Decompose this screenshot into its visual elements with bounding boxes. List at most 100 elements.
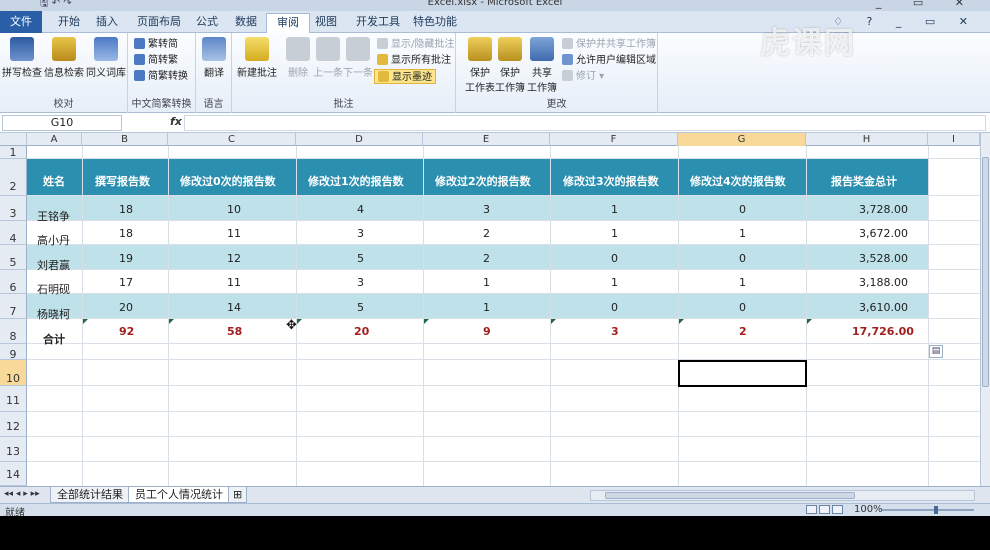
- row-header-13[interactable]: 13: [0, 437, 27, 462]
- cell-value[interactable]: 20: [119, 301, 133, 314]
- paste-options-icon[interactable]: ▤: [929, 345, 943, 358]
- protect-and-share-button[interactable]: 保护并共享工作簿: [562, 37, 656, 52]
- row-header-1[interactable]: 1: [0, 146, 27, 159]
- cell-value[interactable]: 3,672.00: [859, 227, 908, 240]
- insert-sheet-icon[interactable]: ⊞: [228, 487, 248, 503]
- tab-special[interactable]: 特色功能: [403, 13, 467, 33]
- cell-value[interactable]: 3: [357, 227, 364, 240]
- tab-data[interactable]: 数据: [225, 13, 267, 33]
- row-header-11[interactable]: 11: [0, 386, 27, 412]
- cell-value[interactable]: 0: [739, 252, 746, 265]
- worksheet-grid[interactable]: 姓名 撰写报告数 修改过0次的报告数 修改过1次的报告数 修改过2次的报告数 修…: [27, 146, 980, 486]
- name-box[interactable]: G10: [2, 115, 122, 131]
- cell-name[interactable]: 石明砚: [37, 281, 70, 297]
- header-revised-0[interactable]: 修改过0次的报告数: [180, 173, 276, 189]
- sheet-tab-all-results[interactable]: 全部统计结果: [50, 487, 130, 503]
- column-header-b[interactable]: B: [82, 133, 168, 146]
- cell-value[interactable]: 3,528.00: [859, 252, 908, 265]
- cell-value[interactable]: 2: [483, 252, 490, 265]
- select-all-corner[interactable]: [0, 133, 27, 146]
- cell-value[interactable]: 1: [483, 301, 490, 314]
- row-header-14[interactable]: 14: [0, 462, 27, 486]
- translate-button[interactable]: 翻译: [194, 37, 234, 79]
- header-bonus-total[interactable]: 报告奖金总计: [831, 173, 897, 189]
- tab-insert[interactable]: 插入: [86, 13, 128, 33]
- cell-value[interactable]: 17: [119, 276, 133, 289]
- cell-name[interactable]: 杨晓柯: [37, 306, 70, 322]
- track-changes-button[interactable]: 修订 ▾: [562, 69, 604, 84]
- trad-to-simp-button[interactable]: 繁转简: [134, 37, 178, 52]
- column-header-h[interactable]: H: [806, 133, 928, 146]
- tab-view[interactable]: 视图: [305, 13, 347, 33]
- page-layout-view-icon[interactable]: [819, 505, 830, 514]
- total-value[interactable]: 3: [611, 325, 619, 338]
- tab-formulas[interactable]: 公式: [186, 13, 228, 33]
- cell-value[interactable]: 1: [611, 203, 618, 216]
- row-header-8[interactable]: 8: [0, 319, 27, 344]
- cell-value[interactable]: 18: [119, 203, 133, 216]
- total-value[interactable]: 2: [739, 325, 747, 338]
- show-ink-button[interactable]: 显示墨迹: [374, 69, 436, 84]
- cell-name[interactable]: 刘君赢: [37, 257, 70, 273]
- cell-name[interactable]: 王铭争: [37, 208, 70, 224]
- tab-review[interactable]: 审阅: [266, 13, 310, 33]
- window-controls[interactable]: _ ▭ ✕: [876, 0, 978, 9]
- total-value[interactable]: 58: [227, 325, 242, 338]
- column-header-a[interactable]: A: [27, 133, 82, 146]
- vertical-scrollbar[interactable]: [980, 133, 990, 486]
- cell-value[interactable]: 3: [357, 276, 364, 289]
- error-indicator-icon[interactable]: [807, 319, 812, 324]
- next-comment-button[interactable]: 下一条: [338, 37, 378, 79]
- tab-developer[interactable]: 开发工具: [346, 13, 410, 33]
- cell-value[interactable]: 1: [739, 276, 746, 289]
- header-revised-3[interactable]: 修改过3次的报告数: [563, 173, 659, 189]
- page-break-view-icon[interactable]: [832, 505, 843, 514]
- header-revised-2[interactable]: 修改过2次的报告数: [435, 173, 531, 189]
- cell-value[interactable]: 5: [357, 301, 364, 314]
- cell-value[interactable]: 3,728.00: [859, 203, 908, 216]
- total-value[interactable]: 92: [119, 325, 134, 338]
- formula-input[interactable]: [184, 115, 986, 131]
- cell-value[interactable]: 3,610.00: [859, 301, 908, 314]
- header-reports-written[interactable]: 撰写报告数: [95, 173, 150, 189]
- total-value[interactable]: 17,726.00: [852, 325, 914, 338]
- cell-value[interactable]: 3: [483, 203, 490, 216]
- cell-value[interactable]: 0: [611, 252, 618, 265]
- total-value[interactable]: 9: [483, 325, 491, 338]
- error-indicator-icon[interactable]: [83, 319, 88, 324]
- column-header-i[interactable]: I: [928, 133, 980, 146]
- view-buttons[interactable]: [806, 505, 846, 515]
- cell-value[interactable]: 11: [227, 227, 241, 240]
- allow-users-edit-button[interactable]: 允许用户编辑区域: [562, 53, 656, 68]
- spell-check-button[interactable]: 拼写检查: [2, 37, 42, 79]
- cell-value[interactable]: 18: [119, 227, 133, 240]
- cell-name[interactable]: 高小丹: [37, 232, 70, 248]
- row-header-5[interactable]: 5: [0, 245, 27, 270]
- column-header-g[interactable]: G: [678, 133, 806, 146]
- horizontal-scroll-thumb[interactable]: [605, 492, 855, 499]
- column-header-d[interactable]: D: [296, 133, 423, 146]
- cell-value[interactable]: 19: [119, 252, 133, 265]
- normal-view-icon[interactable]: [806, 505, 817, 514]
- error-indicator-icon[interactable]: [551, 319, 556, 324]
- horizontal-scrollbar[interactable]: [590, 490, 975, 501]
- show-hide-comment-button[interactable]: 显示/隐藏批注: [377, 37, 454, 52]
- insert-function-icon[interactable]: fx: [170, 115, 182, 128]
- cell-value[interactable]: 1: [611, 227, 618, 240]
- zoom-level[interactable]: 100%: [854, 504, 883, 515]
- simp-to-trad-button[interactable]: 简转繁: [134, 53, 178, 68]
- cell-value[interactable]: 11: [227, 276, 241, 289]
- column-header-e[interactable]: E: [423, 133, 550, 146]
- zoom-slider-thumb[interactable]: [934, 506, 938, 514]
- thesaurus-button[interactable]: 同义词库: [86, 37, 126, 79]
- error-indicator-icon[interactable]: [679, 319, 684, 324]
- row-header-3[interactable]: 3: [0, 196, 27, 221]
- column-header-c[interactable]: C: [168, 133, 296, 146]
- error-indicator-icon[interactable]: [297, 319, 302, 324]
- share-workbook-button[interactable]: 共享 工作簿: [522, 37, 562, 94]
- cell-value[interactable]: 10: [227, 203, 241, 216]
- tab-file[interactable]: 文件: [0, 11, 42, 33]
- tab-home[interactable]: 开始: [48, 13, 90, 33]
- total-value[interactable]: 20: [354, 325, 369, 338]
- cell-value[interactable]: 0: [739, 301, 746, 314]
